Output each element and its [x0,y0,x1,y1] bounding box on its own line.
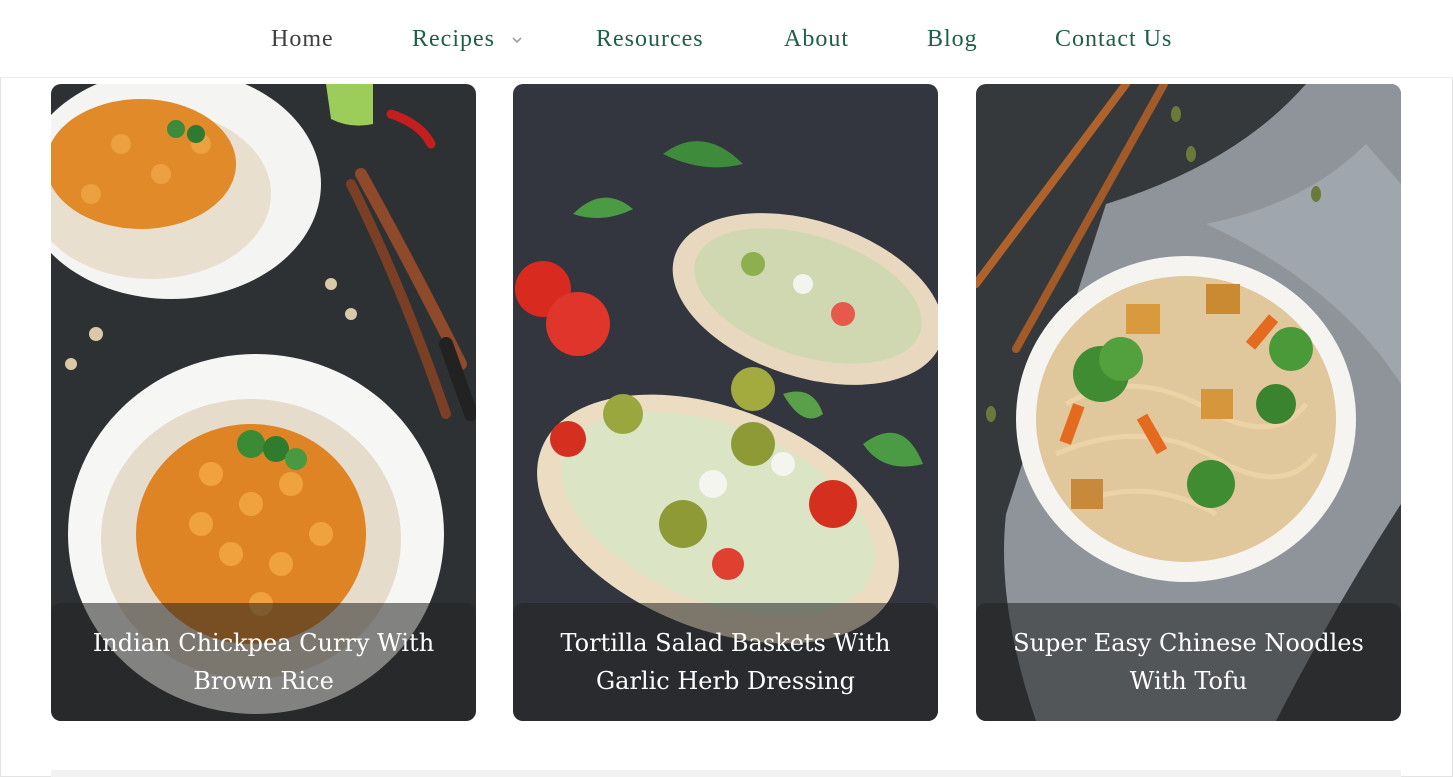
nav-recipes-label: Recipes [412,26,495,52]
nav-blog[interactable]: Blog [927,24,978,54]
nav-recipes[interactable]: Recipes [412,24,522,54]
next-section-strip [51,770,1401,777]
recipe-title[interactable]: Super Easy Chinese Noodles With Tofu [1006,624,1371,700]
recipe-card-chinese-noodles[interactable]: Super Easy Chinese Noodles With Tofu [976,84,1401,721]
nav-resources[interactable]: Resources [596,24,704,54]
recipe-card-tortilla-salad[interactable]: Tortilla Salad Baskets With Garlic Herb … [513,84,938,721]
recipe-title[interactable]: Tortilla Salad Baskets With Garlic Herb … [543,624,908,700]
nav-contact-us[interactable]: Contact Us [1055,24,1172,54]
recipe-title[interactable]: Indian Chickpea Curry With Brown Rice [81,624,446,700]
nav-about[interactable]: About [784,24,849,54]
nav-home[interactable]: Home [271,24,334,54]
recipe-card-chickpea-curry[interactable]: Indian Chickpea Curry With Brown Rice [51,84,476,721]
main-navigation: Home Recipes Resources About Blog Contac… [0,0,1453,78]
chevron-down-icon [512,37,522,44]
